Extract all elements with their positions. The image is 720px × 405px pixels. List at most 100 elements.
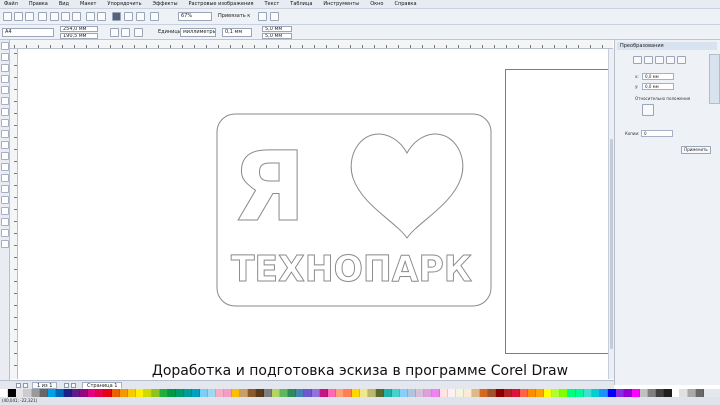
next-page-icon[interactable]: [64, 383, 69, 388]
color-swatch[interactable]: [208, 389, 216, 397]
color-swatch[interactable]: [632, 389, 640, 397]
color-swatch[interactable]: [400, 389, 408, 397]
color-swatch[interactable]: [64, 389, 72, 397]
rotate-icon[interactable]: [644, 56, 653, 64]
color-swatch[interactable]: [160, 389, 168, 397]
color-swatch[interactable]: [376, 389, 384, 397]
color-swatch[interactable]: [240, 389, 248, 397]
color-swatch[interactable]: [320, 389, 328, 397]
color-swatch[interactable]: [80, 389, 88, 397]
scale-icon[interactable]: [655, 56, 664, 64]
color-swatch[interactable]: [224, 389, 232, 397]
color-swatch[interactable]: [608, 389, 616, 397]
color-swatch[interactable]: [8, 389, 16, 397]
color-swatch[interactable]: [112, 389, 120, 397]
color-swatch[interactable]: [392, 389, 400, 397]
color-swatch[interactable]: [120, 389, 128, 397]
color-swatch[interactable]: [568, 389, 576, 397]
color-swatch[interactable]: [664, 389, 672, 397]
color-swatch[interactable]: [520, 389, 528, 397]
color-swatch[interactable]: [312, 389, 320, 397]
color-swatch[interactable]: [24, 389, 32, 397]
color-swatch[interactable]: [72, 389, 80, 397]
color-swatch[interactable]: [16, 389, 24, 397]
relative-position-label[interactable]: Относительно положения: [635, 96, 690, 101]
color-swatch[interactable]: [440, 389, 448, 397]
scrollbar-thumb[interactable]: [610, 139, 613, 349]
color-swatch[interactable]: [248, 389, 256, 397]
color-swatch[interactable]: [288, 389, 296, 397]
color-swatch[interactable]: [456, 389, 464, 397]
color-swatch[interactable]: [168, 389, 176, 397]
prev-page-icon[interactable]: [23, 383, 28, 388]
color-swatch[interactable]: [432, 389, 440, 397]
color-swatch[interactable]: [536, 389, 544, 397]
color-swatch[interactable]: [232, 389, 240, 397]
color-swatch[interactable]: [416, 389, 424, 397]
color-swatch[interactable]: [192, 389, 200, 397]
docker-y-field[interactable]: 0,0 мм: [642, 83, 674, 90]
position-icon[interactable]: [633, 56, 642, 64]
color-swatch[interactable]: [200, 389, 208, 397]
color-swatch[interactable]: [496, 389, 504, 397]
color-swatch[interactable]: [696, 389, 704, 397]
color-swatch[interactable]: [336, 389, 344, 397]
color-swatch[interactable]: [104, 389, 112, 397]
color-swatch[interactable]: [528, 389, 536, 397]
color-swatch[interactable]: [560, 389, 568, 397]
color-swatch[interactable]: [256, 389, 264, 397]
color-swatch[interactable]: [384, 389, 392, 397]
color-swatch[interactable]: [464, 389, 472, 397]
color-swatch[interactable]: [216, 389, 224, 397]
color-swatch[interactable]: [640, 389, 648, 397]
color-swatch[interactable]: [616, 389, 624, 397]
color-swatch[interactable]: [0, 389, 8, 397]
color-swatch[interactable]: [144, 389, 152, 397]
color-swatch[interactable]: [512, 389, 520, 397]
color-swatch[interactable]: [600, 389, 608, 397]
color-swatch[interactable]: [96, 389, 104, 397]
color-swatch[interactable]: [304, 389, 312, 397]
color-swatch[interactable]: [184, 389, 192, 397]
skew-icon[interactable]: [677, 56, 686, 64]
color-swatch[interactable]: [488, 389, 496, 397]
apply-button[interactable]: Применить: [681, 146, 711, 154]
color-swatch[interactable]: [544, 389, 552, 397]
size-icon[interactable]: [666, 56, 675, 64]
color-swatch[interactable]: [344, 389, 352, 397]
heart-shape[interactable]: [350, 133, 464, 239]
last-page-icon[interactable]: [71, 383, 76, 388]
color-swatch[interactable]: [352, 389, 360, 397]
color-swatch[interactable]: [152, 389, 160, 397]
color-swatch[interactable]: [504, 389, 512, 397]
color-swatch[interactable]: [128, 389, 136, 397]
color-swatch[interactable]: [656, 389, 664, 397]
color-swatch[interactable]: [648, 389, 656, 397]
color-swatch[interactable]: [408, 389, 416, 397]
color-swatch[interactable]: [280, 389, 288, 397]
color-swatch[interactable]: [88, 389, 96, 397]
copies-field[interactable]: 0: [641, 130, 673, 137]
color-swatch[interactable]: [448, 389, 456, 397]
color-swatch[interactable]: [360, 389, 368, 397]
color-swatch[interactable]: [624, 389, 632, 397]
color-swatch[interactable]: [688, 389, 696, 397]
color-swatch[interactable]: [680, 389, 688, 397]
color-swatch[interactable]: [672, 389, 680, 397]
color-swatch[interactable]: [296, 389, 304, 397]
color-swatch[interactable]: [424, 389, 432, 397]
color-swatch[interactable]: [32, 389, 40, 397]
page-tab-1[interactable]: Страница 1: [82, 382, 123, 389]
color-swatch[interactable]: [136, 389, 144, 397]
first-page-icon[interactable]: [16, 383, 21, 388]
docker-x-field[interactable]: 0,0 мм: [642, 73, 674, 80]
color-swatch[interactable]: [48, 389, 56, 397]
letter-ya[interactable]: Я: [232, 131, 307, 244]
docker-side-tab[interactable]: [709, 54, 720, 104]
word-technopark[interactable]: ТЕХНОПАРК: [231, 249, 473, 291]
color-swatch[interactable]: [368, 389, 376, 397]
color-swatch[interactable]: [576, 389, 584, 397]
color-swatch[interactable]: [272, 389, 280, 397]
color-swatch[interactable]: [40, 389, 48, 397]
color-swatch[interactable]: [552, 389, 560, 397]
